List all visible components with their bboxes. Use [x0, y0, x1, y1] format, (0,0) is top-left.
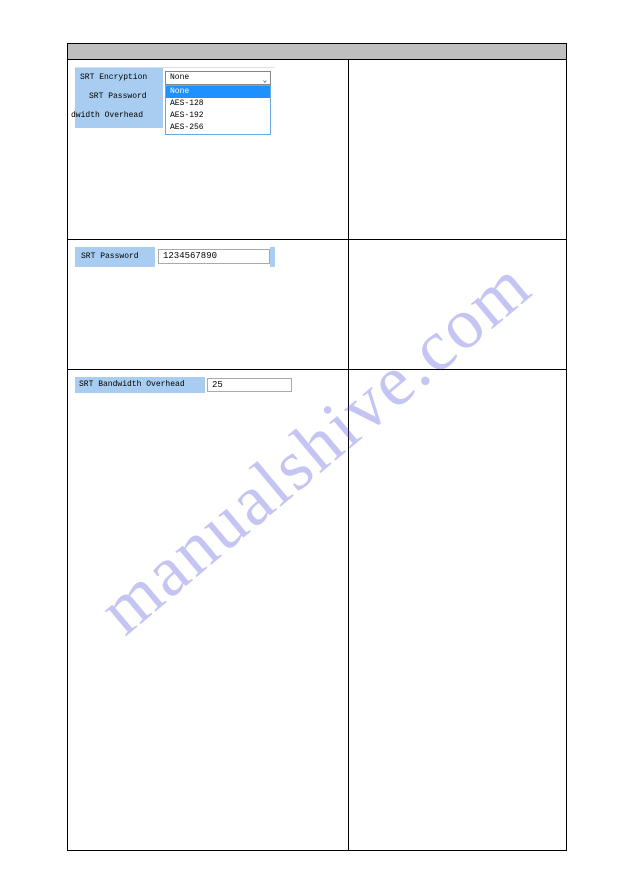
labels-column: SRT Encryption SRT Password dwidth Overh… — [75, 68, 163, 128]
dropdown-option-aes256[interactable]: AES-256 — [166, 122, 270, 134]
cell-right — [349, 370, 566, 850]
encryption-select[interactable]: None ⌄ — [165, 71, 271, 85]
password-label: SRT Password — [89, 92, 147, 101]
dropdown-option-none[interactable]: None — [166, 86, 270, 98]
encryption-widget: SRT Encryption SRT Password dwidth Overh… — [75, 67, 275, 127]
header-cell-left — [68, 44, 349, 59]
dropdown-option-aes192[interactable]: AES-192 — [166, 110, 270, 122]
encryption-label: SRT Encryption — [80, 73, 147, 82]
select-value: None — [170, 73, 189, 82]
cell-password: SRT Password 1234567890 — [68, 240, 349, 369]
settings-table: SRT Encryption SRT Password dwidth Overh… — [67, 43, 567, 851]
widget-border — [270, 247, 275, 267]
cell-bandwidth: SRT Bandwidth Overhead 25 — [68, 370, 349, 850]
bandwidth-label: dwidth Overhead — [71, 111, 143, 120]
bandwidth-field-label: SRT Bandwidth Overhead — [75, 377, 205, 393]
cell-right — [349, 240, 566, 369]
table-row: SRT Encryption SRT Password dwidth Overh… — [68, 60, 566, 240]
cell-right — [349, 60, 566, 239]
password-widget: SRT Password 1234567890 — [75, 247, 275, 267]
bandwidth-input[interactable]: 25 — [207, 378, 292, 392]
password-input[interactable]: 1234567890 — [158, 249, 270, 264]
dropdown-option-aes128[interactable]: AES-128 — [166, 98, 270, 110]
table-row: SRT Bandwidth Overhead 25 — [68, 370, 566, 850]
bandwidth-widget: SRT Bandwidth Overhead 25 — [75, 377, 295, 393]
encryption-dropdown: None AES-128 AES-192 AES-256 — [165, 85, 271, 135]
cell-encryption: SRT Encryption SRT Password dwidth Overh… — [68, 60, 349, 239]
password-field-label: SRT Password — [75, 247, 155, 267]
table-row: SRT Password 1234567890 — [68, 240, 566, 370]
table-header — [68, 44, 566, 60]
header-cell-right — [349, 44, 566, 59]
